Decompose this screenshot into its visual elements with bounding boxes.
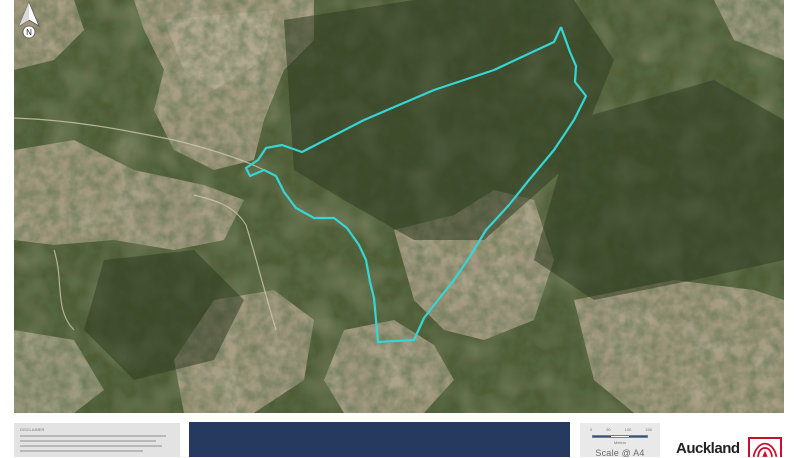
map-footer: DISCLAIMER 0 50 100 150 Meters Scale @ A… bbox=[0, 413, 800, 458]
auckland-logo-text: Auckland bbox=[676, 440, 740, 457]
disclaimer-line bbox=[20, 435, 167, 437]
scale-ticks: 0 50 100 150 bbox=[590, 427, 652, 432]
disclaimer-line bbox=[20, 450, 144, 452]
scale-tick: 100 bbox=[624, 427, 632, 432]
scale-tick: 50 bbox=[606, 427, 611, 432]
title-block bbox=[189, 422, 570, 457]
disclaimer-line bbox=[20, 440, 156, 442]
scale-bar-segment bbox=[593, 436, 611, 437]
scale-tick: 150 bbox=[645, 427, 652, 432]
svg-text:N: N bbox=[26, 28, 32, 37]
map-page: N DISCLAIMER 0 50 100 150 Meters Scale @… bbox=[0, 0, 800, 458]
scale-bar bbox=[592, 435, 648, 438]
aerial-map[interactable]: N bbox=[14, 0, 784, 413]
scale-tick: 0 bbox=[590, 427, 593, 432]
auckland-council-logo-icon bbox=[748, 437, 782, 457]
aerial-imagery bbox=[14, 0, 784, 413]
scale-units: Meters bbox=[613, 440, 627, 445]
disclaimer-title: DISCLAIMER bbox=[20, 427, 45, 432]
scale-bar-segment bbox=[628, 436, 647, 437]
disclaimer-box: DISCLAIMER bbox=[14, 423, 180, 457]
north-arrow-icon: N bbox=[18, 0, 40, 39]
scale-box: 0 50 100 150 Meters Scale @ A4 bbox=[580, 423, 660, 458]
disclaimer-line bbox=[20, 445, 162, 447]
